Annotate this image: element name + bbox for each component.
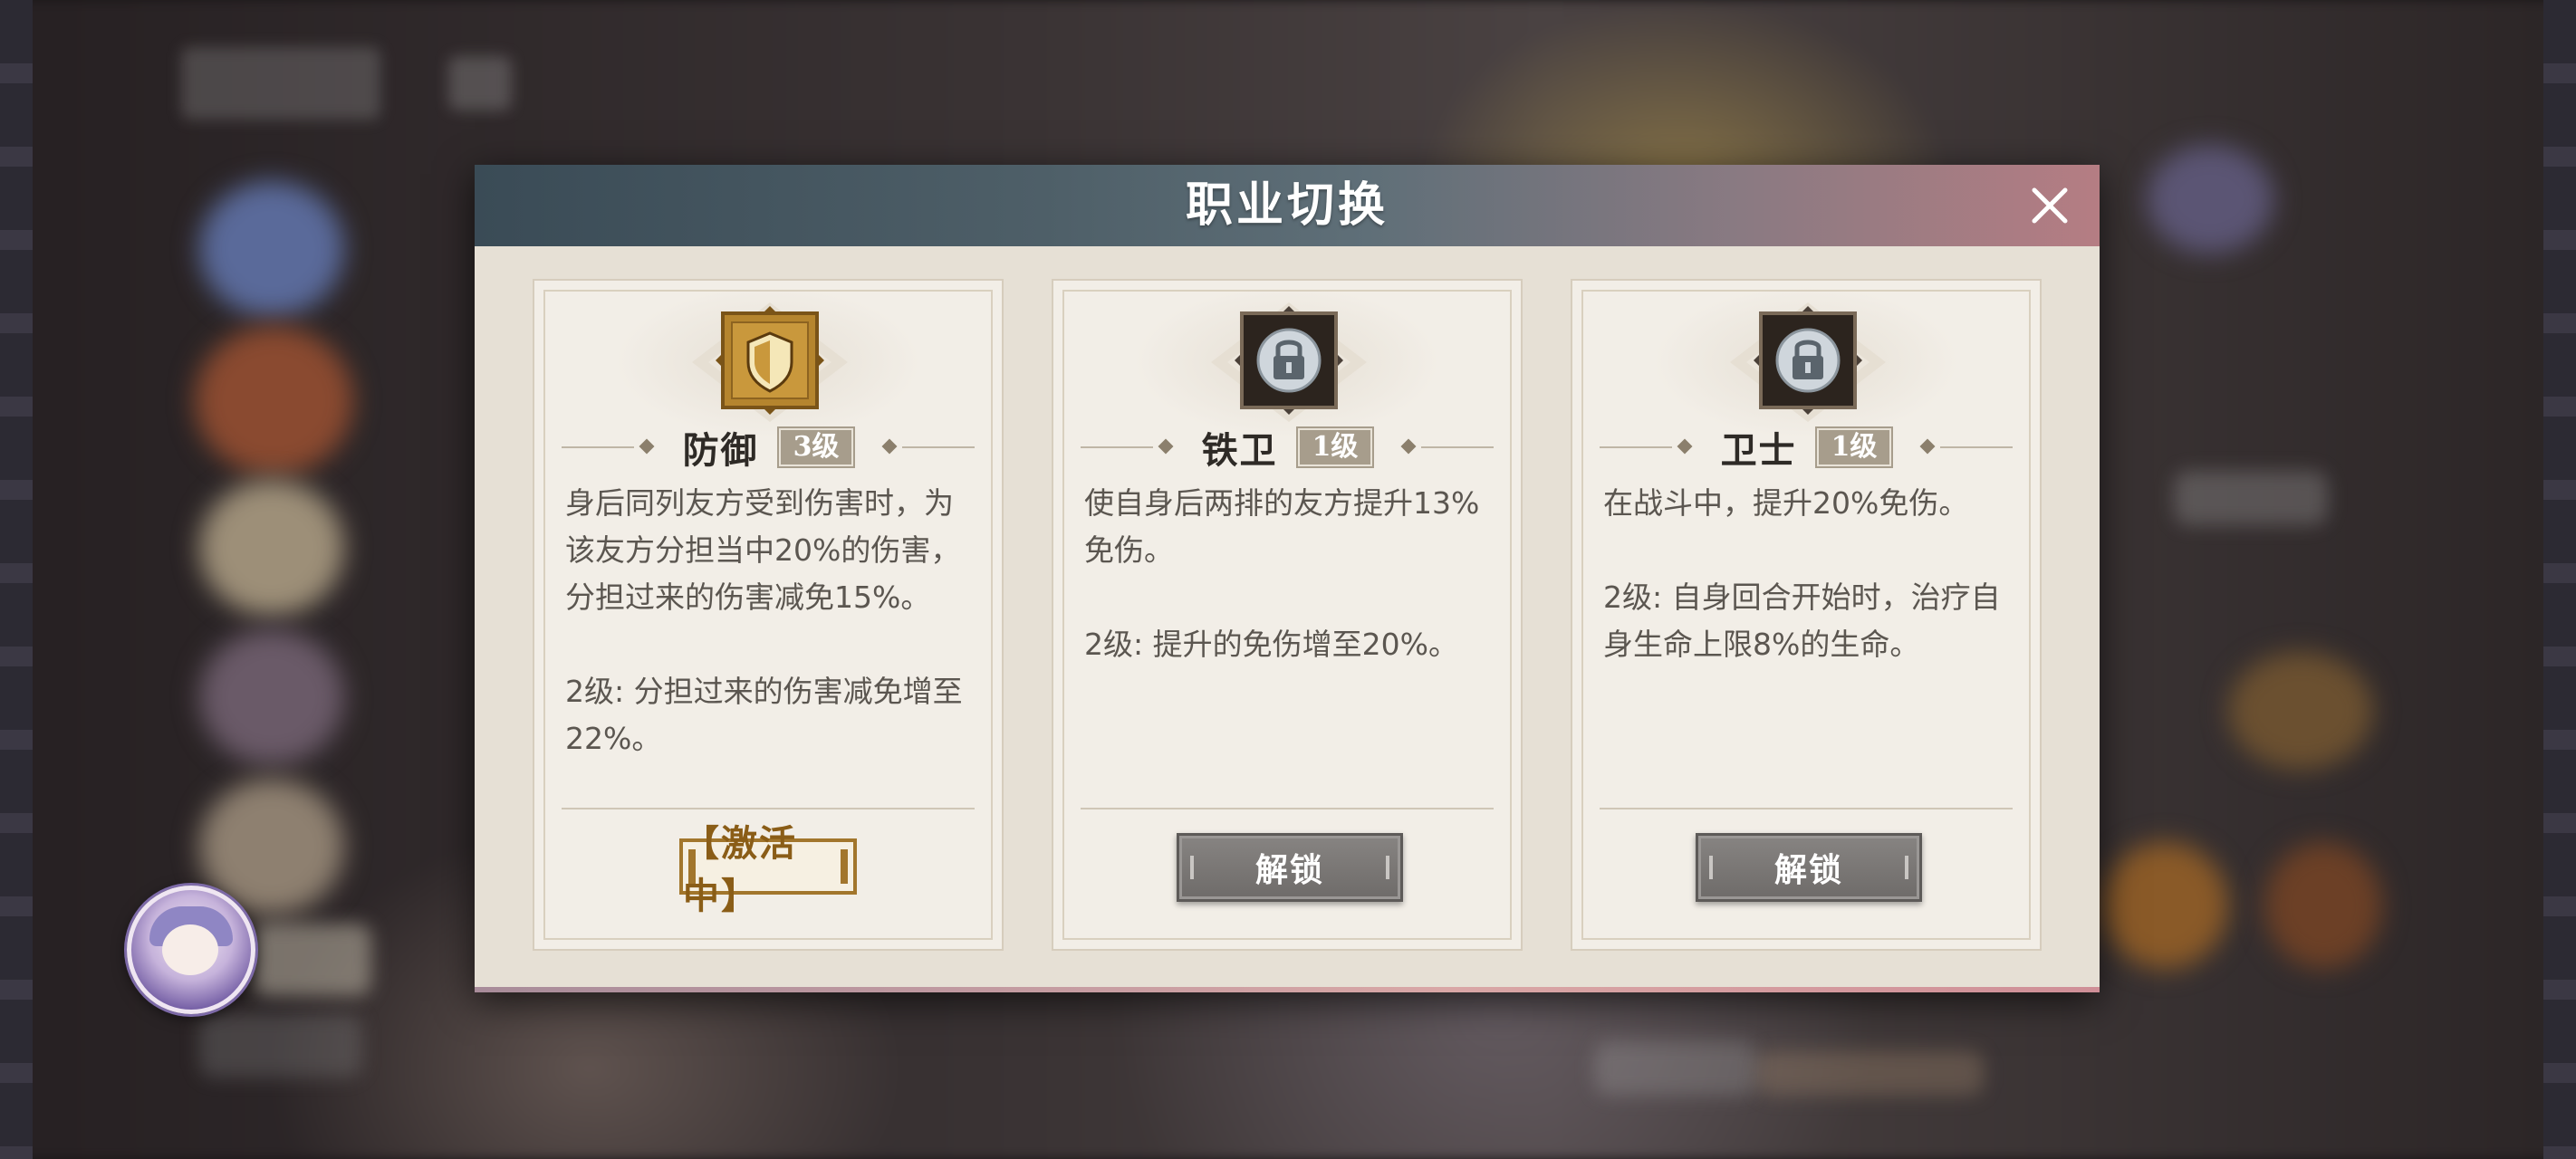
player-avatar[interactable] xyxy=(127,886,255,1014)
card-title-row: 防御 3级 xyxy=(534,426,1002,472)
level-badge: 1级 xyxy=(1814,426,1894,468)
button-ornament xyxy=(1905,856,1908,879)
lock-icon xyxy=(1235,306,1343,415)
blurred-item xyxy=(2264,842,2382,969)
avatar-face xyxy=(162,924,218,975)
close-button[interactable] xyxy=(2025,181,2074,230)
title-divider-right xyxy=(1940,446,2013,448)
class-name: 铁卫 xyxy=(1201,429,1278,472)
button-ornament xyxy=(1386,856,1389,879)
title-divider-right xyxy=(1421,446,1494,448)
hero-portrait-blurred xyxy=(199,181,344,317)
blurred-button xyxy=(199,1014,362,1078)
blurred-button xyxy=(254,924,371,996)
left-edge-decoration xyxy=(0,0,33,1159)
level-badge: 3级 xyxy=(776,426,856,468)
card-title-row: 铁卫 1级 xyxy=(1053,426,1521,472)
shield-icon xyxy=(716,306,824,415)
home-icon-blurred xyxy=(448,56,512,110)
class-description: 在战斗中，提升20%免伤。 2级: 自身回合开始时，治疗自身生命上限8%的生命。 xyxy=(1603,485,2001,662)
unlock-button[interactable]: 解锁 xyxy=(1696,833,1922,902)
button-ornament xyxy=(1190,856,1194,879)
active-status-badge: 【激活中】 xyxy=(679,822,857,917)
class-card-guardian[interactable]: 卫士 1级 在战斗中，提升20%免伤。 2级: 自身回合开始时，治疗自身生命上限… xyxy=(1571,279,2042,951)
card-divider xyxy=(1600,808,2013,809)
card-title-row: 卫士 1级 xyxy=(1572,426,2040,472)
class-card-defense[interactable]: 防御 3级 身后同列友方受到伤害时，为该友方分担当中20%的伤害，分担过来的伤害… xyxy=(533,279,1004,951)
class-name: 防御 xyxy=(682,429,759,472)
hero-portrait-blurred xyxy=(199,629,344,765)
dialog-bottom-accent xyxy=(475,987,2100,992)
class-card-iron-guard[interactable]: 铁卫 1级 使自身后两排的友方提升13%免伤。 2级: 提升的免伤增至20%。 … xyxy=(1052,279,1523,951)
blurred-label xyxy=(2174,471,2328,525)
class-description: 使自身后两排的友方提升13%免伤。 2级: 提升的免伤增至20%。 xyxy=(1084,485,1480,662)
unlock-button-label: 解锁 xyxy=(1773,851,1843,889)
dialog-title: 职业切换 xyxy=(1185,177,1389,233)
class-description: 身后同列友方受到伤害时，为该友方分担当中20%的伤害，分担过来的伤害减免15%。… xyxy=(565,485,963,756)
title-divider-right xyxy=(902,446,975,448)
blurred-item xyxy=(2228,652,2373,770)
close-icon xyxy=(2032,187,2068,224)
lock-icon xyxy=(1754,306,1862,415)
level-badge: 1级 xyxy=(1295,426,1375,468)
unlock-button[interactable]: 解锁 xyxy=(1177,833,1403,902)
class-switch-dialog: 职业切换 防御 3级 身后同列友方受到伤害时，为该友方分担当中20%的伤害，分担… xyxy=(475,165,2100,992)
blurred-label xyxy=(1757,1050,1984,1096)
back-button-blurred xyxy=(181,47,380,120)
hero-portrait-blurred xyxy=(195,326,353,475)
hero-portrait-blurred xyxy=(199,480,344,616)
blurred-label xyxy=(1594,1041,1757,1096)
blurred-item xyxy=(2147,145,2273,254)
unlock-button-label: 解锁 xyxy=(1254,851,1324,889)
class-name: 卫士 xyxy=(1720,429,1797,472)
right-edge-decoration xyxy=(2543,0,2576,1159)
button-ornament xyxy=(1709,856,1713,879)
card-divider xyxy=(1081,808,1494,809)
blurred-item xyxy=(2101,842,2228,969)
card-divider xyxy=(562,808,975,809)
